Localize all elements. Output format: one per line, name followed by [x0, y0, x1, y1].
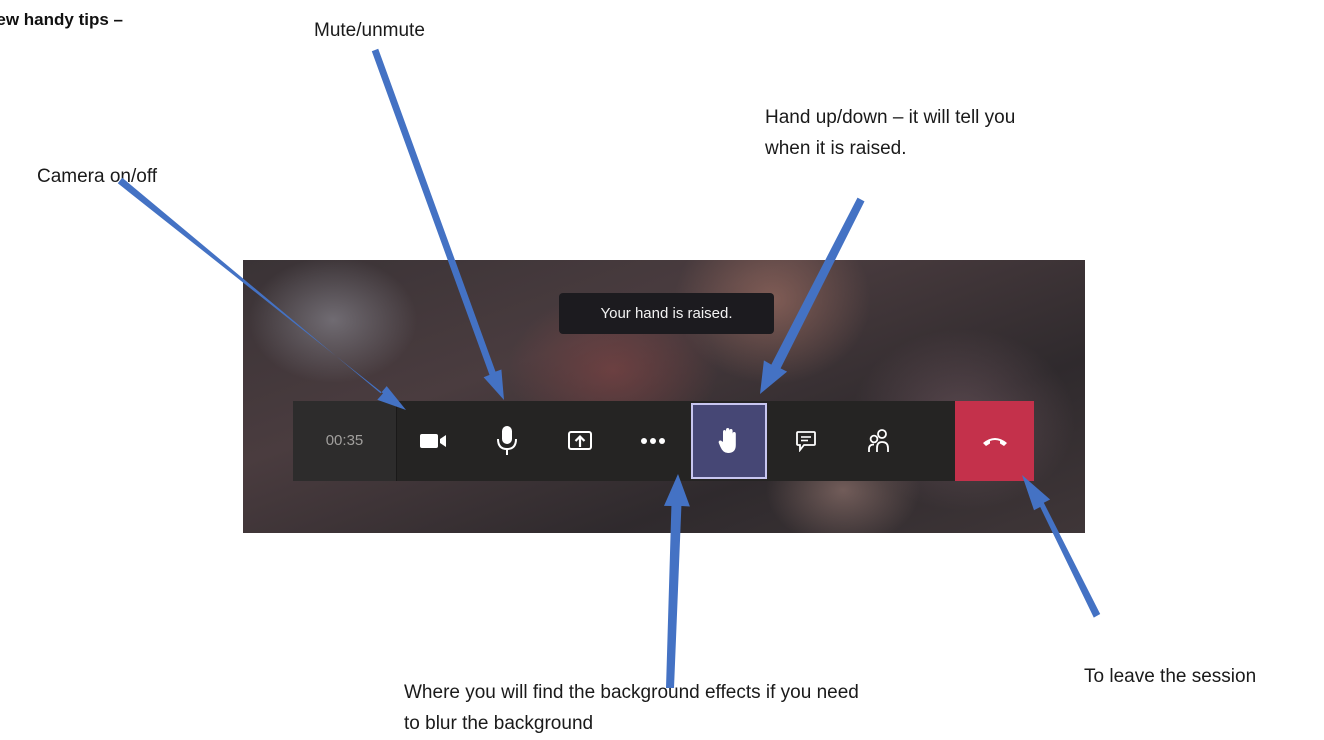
- share-screen-icon: [567, 431, 592, 450]
- hang-up-icon: [982, 438, 1007, 446]
- page-heading: Few handy tips –: [0, 10, 123, 29]
- chat-button[interactable]: [769, 401, 842, 481]
- participants-button[interactable]: [842, 401, 915, 481]
- meeting-video-area: Your hand is raised. 00:35: [243, 260, 1085, 533]
- raise-hand-button[interactable]: [691, 403, 767, 479]
- microphone-icon: [496, 426, 517, 455]
- camera-button[interactable]: [397, 401, 470, 481]
- mute-annotation: Mute/unmute: [314, 20, 425, 41]
- meeting-controls-toolbar: 00:35: [293, 401, 1034, 481]
- hand-raised-tooltip: Your hand is raised.: [559, 293, 774, 334]
- more-options-icon: [640, 438, 665, 444]
- hang-up-button[interactable]: [955, 401, 1034, 481]
- call-timer: 00:35: [293, 401, 397, 481]
- chat-icon: [795, 431, 816, 452]
- share-screen-button[interactable]: [543, 401, 616, 481]
- hand-icon: [718, 428, 736, 453]
- microphone-button[interactable]: [470, 401, 543, 481]
- video-camera-icon: [419, 434, 446, 448]
- more-options-button[interactable]: [616, 401, 689, 481]
- more-options-annotation: Where you will find the background effec…: [404, 682, 859, 734]
- camera-annotation: Camera on/off: [37, 166, 158, 187]
- participants-icon: [867, 429, 889, 452]
- leave-annotation: To leave the session: [1084, 666, 1257, 687]
- hand-annotation: Hand up/down – it will tell you when it …: [765, 107, 1016, 159]
